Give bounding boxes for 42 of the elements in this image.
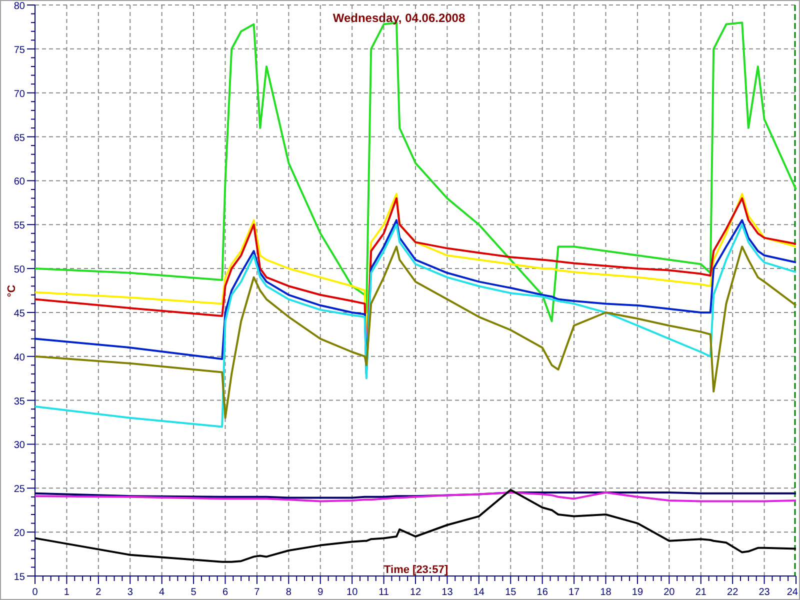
tick-label: 20 <box>14 528 25 540</box>
chart-title: Wednesday, 04.06.2008 <box>332 11 466 25</box>
tick-label: 23 <box>758 587 770 598</box>
tick-label: 7 <box>254 587 260 598</box>
tick-label: 70 <box>14 88 25 100</box>
tick-label: 65 <box>14 132 25 144</box>
tick-label: 9 <box>318 587 324 598</box>
tick-label: 75 <box>14 44 25 56</box>
tick-label: 25 <box>14 484 25 496</box>
tick-label: 50 <box>14 264 25 276</box>
tick-label: 80 <box>14 1 25 12</box>
tick-label: 24 <box>786 587 798 598</box>
axis-label: Time [23:57] <box>384 564 448 576</box>
tick-label: 45 <box>14 308 25 320</box>
tick-label: 6 <box>222 587 228 598</box>
tick-label: 13 <box>442 587 453 598</box>
tick-label: 15 <box>14 572 25 583</box>
tick-label: 15 <box>505 587 516 598</box>
tick-label: 60 <box>14 176 25 188</box>
tick-label: 12 <box>410 587 422 598</box>
tick-label: 11 <box>378 587 389 598</box>
tick-label: 18 <box>600 587 612 598</box>
tick-label: 40 <box>14 352 25 364</box>
tick-label: 5 <box>190 587 196 598</box>
tick-label: 35 <box>14 396 25 408</box>
tick-label: 17 <box>568 587 580 598</box>
tick-label: 1 <box>64 587 70 598</box>
tick-label: 19 <box>632 587 644 598</box>
tick-label: 2 <box>96 587 102 598</box>
axis-label: °C <box>6 284 18 298</box>
tick-label: 21 <box>695 587 706 598</box>
tick-label: 10 <box>346 587 358 598</box>
tick-label: 16 <box>536 587 548 598</box>
tick-label: 8 <box>286 587 292 598</box>
tick-label: 20 <box>664 587 675 598</box>
tick-label: 22 <box>727 587 738 598</box>
tick-label: 4 <box>159 587 165 598</box>
tick-label: 55 <box>14 220 25 232</box>
tick-label: 14 <box>473 587 484 598</box>
tick-label: 3 <box>127 587 133 598</box>
tick-label: 0 <box>32 587 38 598</box>
tick-label: 30 <box>14 440 25 452</box>
